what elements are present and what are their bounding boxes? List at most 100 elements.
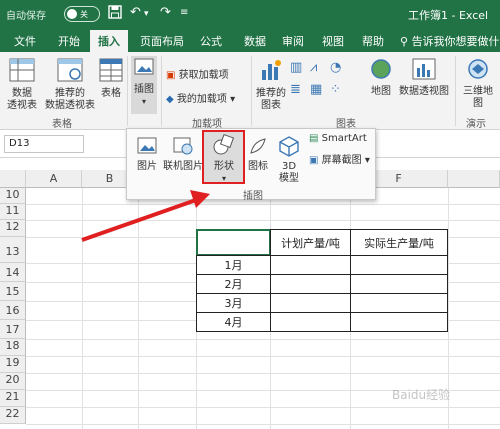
row-header[interactable]: 16 [0, 301, 26, 320]
pie-chart-icon[interactable]: ◔ [330, 60, 341, 75]
online-picture-label: 联机图片 [163, 161, 203, 172]
cell-d17[interactable]: 4月 [196, 312, 271, 332]
redo-icon[interactable]: ↷ [160, 5, 171, 20]
row-header[interactable]: 11 [0, 204, 26, 220]
watermark: Baidu经验 [392, 388, 451, 402]
illustrations-button[interactable]: 插图 ▾ [131, 56, 157, 114]
gridline [138, 188, 139, 429]
undo-dropdown-icon[interactable]: ▾ [144, 9, 149, 19]
gridline [26, 220, 500, 221]
gridline [82, 188, 83, 429]
cell-f15[interactable] [350, 274, 448, 294]
cell-f13[interactable]: 实际生产量/吨 [350, 229, 448, 256]
pivotchart-button[interactable]: 数据透视图 [398, 58, 450, 98]
tab-review[interactable]: 审阅 [282, 33, 304, 49]
save-icon[interactable] [108, 5, 122, 23]
select-all-corner[interactable] [0, 170, 26, 188]
tab-insert[interactable]: 插入 [90, 30, 128, 52]
divider [251, 56, 252, 126]
shapes-button[interactable]: 形状 ▾ [205, 133, 243, 185]
cell-f14[interactable] [350, 255, 448, 275]
recommended-pivot-icon [57, 58, 83, 82]
column-chart-icon[interactable]: ▥ [290, 60, 302, 75]
gridline [26, 356, 500, 357]
waterfall-chart-icon[interactable]: ▦ [310, 82, 322, 97]
online-picture-button[interactable]: 联机图片 [163, 135, 203, 173]
row-header[interactable]: 14 [0, 263, 26, 282]
cell-e14[interactable] [270, 255, 351, 275]
recommended-pivot-button[interactable]: 推荐的 数据透视表 [44, 58, 96, 112]
autosave-label: 自动保存 [6, 11, 46, 22]
row-header[interactable]: 19 [0, 356, 26, 373]
shapes-icon [213, 133, 235, 155]
illustrations-dropdown: 图片 联机图片 形状 ▾ 图标 3D 模型 ▤ SmartArt ▣ 屏幕截图 … [126, 128, 376, 202]
3d-map-button[interactable]: 三维地 图 [459, 58, 497, 110]
cell-d14[interactable]: 1月 [196, 255, 271, 275]
cell-d16[interactable]: 3月 [196, 293, 271, 313]
tab-data[interactable]: 数据 [244, 33, 266, 49]
active-cell-d13[interactable] [196, 229, 271, 256]
cell-e17[interactable] [270, 312, 351, 332]
store-icon: ▣ [166, 70, 176, 81]
shapes-label: 形状 [214, 161, 234, 172]
cell-f17[interactable] [350, 312, 448, 332]
chevron-down-icon: ▾ [364, 155, 370, 166]
table-button[interactable]: 表格 [98, 58, 124, 100]
cell-e13[interactable]: 计划产量/吨 [270, 229, 351, 256]
toggle-knob [67, 9, 77, 19]
tab-file[interactable]: 文件 [14, 33, 36, 49]
group-tables-label: 表格 [52, 119, 72, 130]
pivot-table-icon [9, 58, 35, 82]
my-addins-button[interactable]: ◆ 我的加载项 ▾ [166, 90, 235, 105]
3d-map-icon [468, 59, 488, 79]
bar-chart-icon[interactable]: ≣ [290, 82, 301, 97]
smartart-button[interactable]: ▤ SmartArt [309, 133, 367, 144]
cell-d15[interactable]: 2月 [196, 274, 271, 294]
toggle-state: 关 [80, 10, 88, 19]
tab-formulas[interactable]: 公式 [200, 33, 222, 49]
tell-me-search[interactable]: ⚲ 告诉我你想要做什么 [400, 33, 500, 49]
row-header[interactable]: 20 [0, 373, 26, 390]
table-label: 表格 [101, 88, 121, 99]
undo-icon[interactable]: ↶ [130, 5, 141, 20]
window-title: 工作簿1 - Excel [408, 9, 489, 22]
3d-models-button[interactable]: 3D 模型 [275, 135, 303, 185]
globe-icon [371, 59, 391, 79]
line-chart-icon[interactable]: ⩘ [310, 60, 317, 75]
row-header[interactable]: 18 [0, 339, 26, 356]
recommended-charts-label: 推荐的 图表 [256, 88, 286, 111]
name-box[interactable]: D13 [4, 135, 84, 153]
tab-help[interactable]: 帮助 [362, 33, 384, 49]
maps-button[interactable]: 地图 [368, 58, 394, 98]
scatter-chart-icon[interactable]: ⁘ [330, 82, 341, 97]
row-header[interactable]: 13 [0, 237, 26, 263]
picture-button[interactable]: 图片 [133, 135, 161, 173]
icons-button[interactable]: 图标 [245, 135, 271, 173]
recommended-charts-button[interactable]: 推荐的 图表 [255, 58, 287, 112]
row-header[interactable]: 15 [0, 282, 26, 301]
tab-view[interactable]: 视图 [322, 33, 344, 49]
3d-models-label: 3D 模型 [279, 161, 299, 184]
row-header[interactable]: 10 [0, 188, 26, 204]
tab-page-layout[interactable]: 页面布局 [140, 33, 184, 49]
maps-label: 地图 [371, 86, 391, 97]
illustrations-icon [134, 58, 154, 75]
customize-qat-icon[interactable]: ≡ [180, 7, 188, 18]
row-header[interactable]: 21 [0, 390, 26, 407]
get-addins-button[interactable]: ▣ 获取加载项 [166, 66, 229, 81]
cell-f16[interactable] [350, 293, 448, 313]
tab-home[interactable]: 开始 [58, 33, 80, 49]
screenshot-button[interactable]: ▣ 屏幕截图 ▾ [309, 151, 370, 166]
column-header-g[interactable] [448, 170, 500, 188]
autosave-toggle[interactable]: 关 [64, 6, 100, 22]
cell-e15[interactable] [270, 274, 351, 294]
icons-icon [250, 138, 266, 154]
row-header[interactable]: 22 [0, 407, 26, 424]
pivot-table-button[interactable]: 数据 透视表 [4, 58, 40, 112]
ribbon-insert: 数据 透视表 推荐的 数据透视表 表格 表格 插图 ▾ ▣ 获取加载项 ◆ 我的… [0, 52, 500, 130]
row-header[interactable]: 12 [0, 220, 26, 237]
my-addins-label: 我的加载项 [176, 94, 227, 105]
cell-e16[interactable] [270, 293, 351, 313]
column-header-a[interactable]: A [26, 170, 82, 188]
row-header[interactable]: 17 [0, 320, 26, 339]
